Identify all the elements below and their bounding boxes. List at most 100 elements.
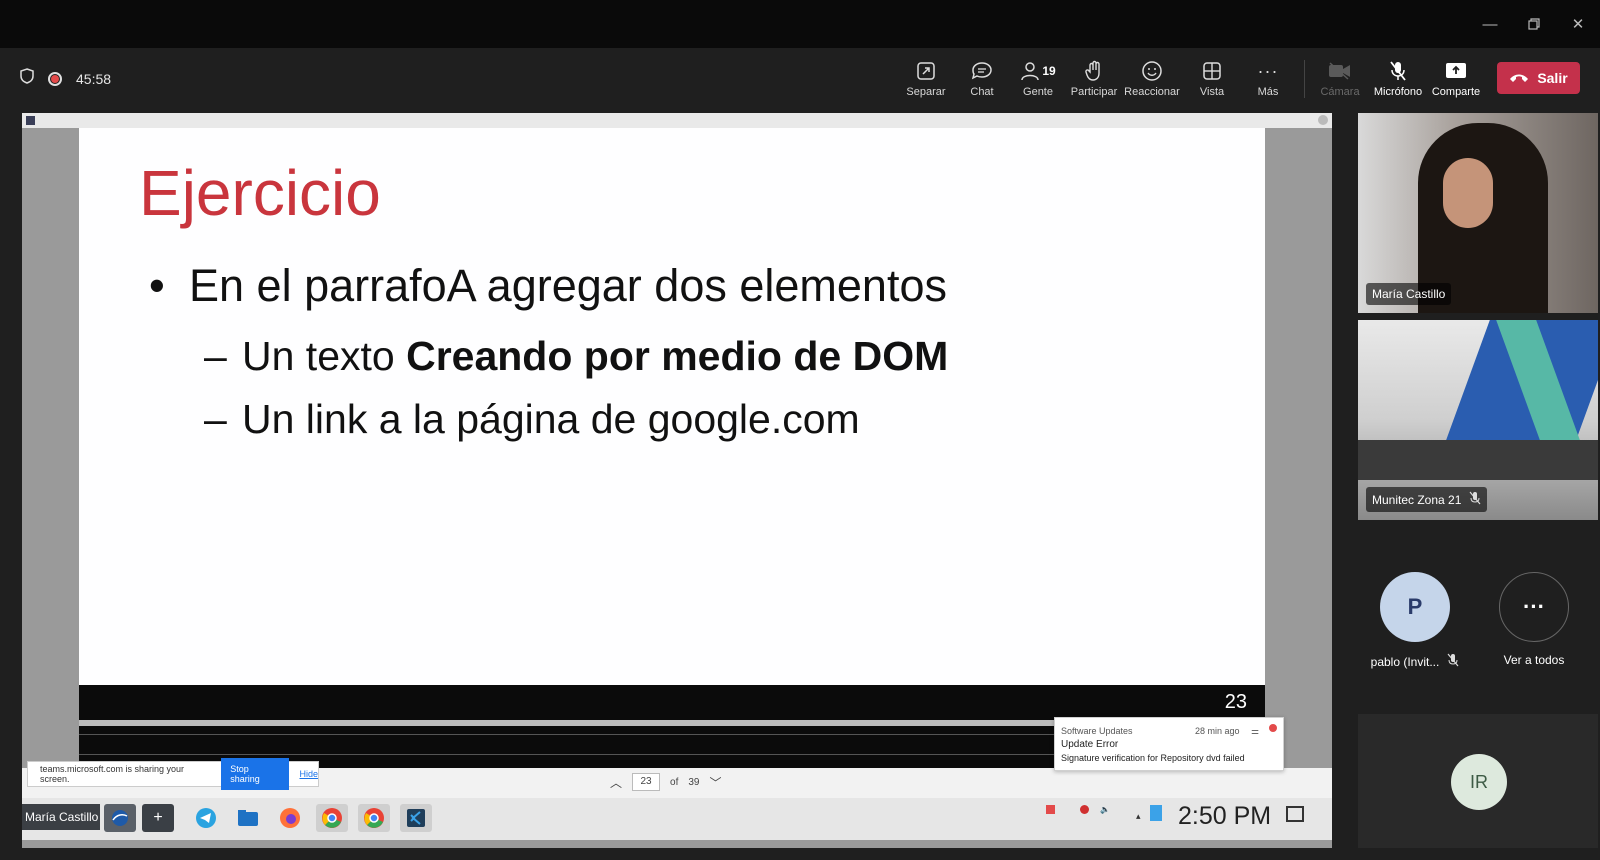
slide-title: Ejercicio <box>139 157 381 229</box>
participant-ir[interactable]: IR <box>1358 714 1598 848</box>
leave-button[interactable]: Salir <box>1497 62 1580 94</box>
participant-name: pablo (Invit... <box>1370 654 1440 669</box>
leave-label: Salir <box>1537 70 1568 86</box>
globe-app-icon[interactable] <box>104 804 136 832</box>
participant-video-munitec[interactable]: Munitec Zona 21 <box>1358 320 1598 520</box>
page-navigator: ︿ 23 of 39 ﹀ <box>610 773 722 791</box>
dash-icon: – <box>204 396 227 442</box>
notification-time: 28 min ago <box>1195 726 1240 736</box>
notification-title: Update Error <box>1061 739 1119 750</box>
desks <box>1358 440 1598 480</box>
shared-window-close-icon <box>1318 115 1328 125</box>
gente-label: Gente <box>1023 86 1053 98</box>
shield-icon <box>20 68 34 89</box>
tray-app-icon[interactable] <box>1080 805 1089 814</box>
update-notification: Software Updates 28 min ago ⚌ Update Err… <box>1054 717 1284 771</box>
files-icon[interactable] <box>232 804 264 832</box>
popout-icon <box>896 58 956 84</box>
participant-name-pill: María Castillo <box>1366 283 1452 305</box>
participant-video-maria[interactable]: María Castillo <box>1358 113 1598 313</box>
mas-button[interactable]: ··· Más <box>1238 58 1298 99</box>
tray-expand-icon[interactable]: ▴ <box>1136 811 1141 822</box>
chat-button[interactable]: Chat <box>952 58 1012 98</box>
microfono-button[interactable]: Micrófono <box>1368 58 1428 98</box>
slide-footer-band: 23 <box>79 685 1265 720</box>
volume-icon[interactable]: 🔈 <box>1100 805 1110 814</box>
vista-button[interactable]: Vista <box>1182 58 1242 98</box>
dash-icon: – <box>204 333 227 379</box>
camera-off-icon <box>1310 58 1370 84</box>
taskbar-clock: 2:50 PM <box>1178 802 1272 830</box>
participant-pablo[interactable]: P pablo (Invit... <box>1365 572 1465 670</box>
chrome-icon-2[interactable] <box>358 804 390 832</box>
separar-button[interactable]: Separar <box>896 58 956 98</box>
notification-body: Signature verification for Repository dv… <box>1061 753 1245 763</box>
subbullet-2-text: Un link a la página de google.com <box>242 396 860 442</box>
mic-off-icon <box>1469 491 1481 508</box>
participar-label: Participar <box>1070 86 1118 98</box>
vista-label: Vista <box>1199 86 1225 98</box>
window-titlebar: — ✕ <box>0 0 1600 48</box>
grid-icon <box>1182 58 1242 84</box>
more-icon: ··· <box>1499 572 1569 642</box>
terminal-app-icon[interactable]: + <box>142 804 174 832</box>
shared-window-titlebar <box>22 113 1332 128</box>
subbullet-1-bold: Creando por medio de DOM <box>406 333 949 379</box>
comparte-label: Comparte <box>1431 86 1481 98</box>
subbullet-1-prefix: Un texto <box>242 333 407 379</box>
settings-icon[interactable]: ⚌ <box>1251 726 1259 737</box>
smiley-icon <box>1122 58 1182 84</box>
close-icon[interactable]: ✕ <box>1568 14 1588 34</box>
raise-hand-icon <box>1064 58 1124 84</box>
shared-screen: Ejercicio • En el parrafoA agregar dos e… <box>22 113 1332 848</box>
presentation-slide: Ejercicio • En el parrafoA agregar dos e… <box>79 128 1265 685</box>
recording-icon <box>48 71 62 86</box>
show-desktop-icon[interactable] <box>1286 806 1304 822</box>
people-icon <box>1021 62 1040 81</box>
camara-button[interactable]: Cámara <box>1310 58 1370 98</box>
hide-link[interactable]: Hide <box>299 769 318 779</box>
stop-sharing-button[interactable]: Stop sharing <box>221 758 290 790</box>
chrome-icon[interactable] <box>316 804 348 832</box>
app-icon <box>26 116 35 125</box>
system-tray: 🔈 ▴ <box>1044 805 1162 831</box>
see-all-button[interactable]: ··· Ver a todos <box>1484 572 1584 667</box>
page-input[interactable]: 23 <box>632 773 661 791</box>
firefox-icon[interactable] <box>274 804 306 832</box>
telegram-icon[interactable] <box>190 804 222 832</box>
chevron-up-icon[interactable]: ︿ <box>610 774 622 791</box>
separar-label: Separar <box>906 86 946 98</box>
meeting-timer: 45:58 <box>76 70 112 87</box>
restore-icon[interactable] <box>1524 14 1544 34</box>
chevron-down-icon[interactable]: ﹀ <box>709 774 721 791</box>
notification-close-icon[interactable] <box>1269 724 1277 732</box>
more-icon: ··· <box>1257 60 1279 81</box>
page-total: 39 <box>688 776 700 788</box>
mic-off-icon <box>1447 653 1459 670</box>
vscode-icon[interactable] <box>400 804 432 832</box>
reaccionar-button[interactable]: Reaccionar <box>1122 58 1182 98</box>
toolbar-divider <box>1304 60 1305 98</box>
minimize-icon[interactable]: — <box>1480 14 1500 34</box>
face-shape <box>1443 158 1493 228</box>
share-screen-icon <box>1426 58 1486 84</box>
comparte-button[interactable]: Comparte <box>1426 58 1486 98</box>
taskbar-user: María Castillo <box>22 804 100 830</box>
taskbar: María Castillo + 🔈 ▴ 2:50 PM <box>22 798 1332 840</box>
bullet-text: En el parrafoA agregar dos elementos <box>189 260 947 311</box>
see-all-label: Ver a todos <box>1503 653 1565 667</box>
notification-app: Software Updates <box>1061 726 1133 736</box>
people-count: 19 <box>1042 64 1056 78</box>
microfono-label: Micrófono <box>1373 86 1423 98</box>
alert-tray-icon[interactable] <box>1046 805 1055 814</box>
participar-button[interactable]: Participar <box>1064 58 1124 98</box>
chat-icon <box>952 58 1012 84</box>
participant-name-pill: Munitec Zona 21 <box>1366 487 1488 512</box>
gente-button[interactable]: 19 Gente <box>1008 58 1068 98</box>
tray-file-icon[interactable] <box>1150 805 1162 821</box>
mic-off-icon <box>1368 58 1428 84</box>
mas-label: Más <box>1257 86 1279 98</box>
share-message: teams.microsoft.com is sharing your scre… <box>40 764 185 784</box>
hang-up-icon <box>1509 70 1529 86</box>
camara-label: Cámara <box>1320 86 1360 98</box>
